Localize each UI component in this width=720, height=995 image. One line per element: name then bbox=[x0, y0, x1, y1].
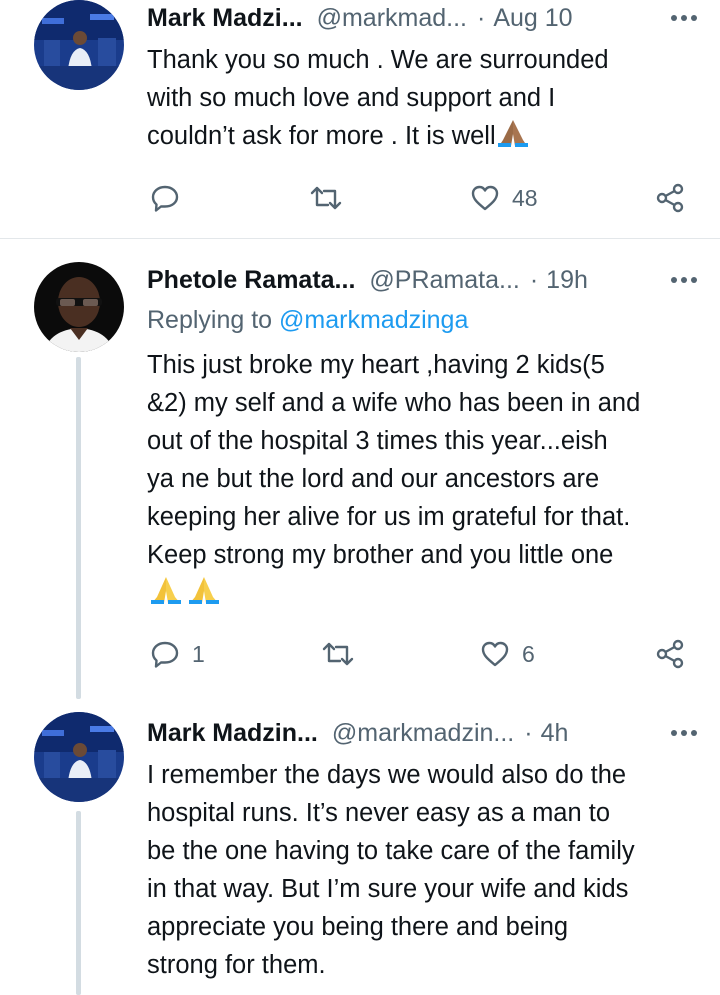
like-count: 48 bbox=[512, 184, 538, 211]
replying-to: Replying to @markmadzinga bbox=[147, 306, 468, 335]
avatar[interactable] bbox=[34, 712, 124, 802]
reply-button[interactable] bbox=[150, 178, 192, 218]
avatar-stage-image bbox=[34, 712, 124, 802]
more-icon bbox=[671, 730, 697, 736]
text-line: ya ne but the lord and our ancestors are bbox=[147, 465, 600, 493]
separator-dot: · bbox=[529, 265, 539, 294]
avatar[interactable] bbox=[34, 0, 124, 90]
text-line: keeping her alive for us im grateful for… bbox=[147, 503, 631, 531]
like-button[interactable]: 48 bbox=[470, 178, 538, 218]
text-line: strong for them. bbox=[147, 951, 326, 979]
heart-icon bbox=[481, 641, 509, 667]
text-line: appreciate you being there and being bbox=[147, 913, 569, 941]
tweet-1[interactable]: Mark Madzi... @markmad... · Aug 10 Thank… bbox=[0, 0, 720, 238]
more-button[interactable] bbox=[670, 0, 698, 36]
reply-count: 1 bbox=[192, 640, 205, 667]
heart-icon bbox=[471, 185, 499, 211]
tweet-header: Mark Madzi... @markmad... · Aug 10 bbox=[147, 0, 698, 36]
like-button[interactable]: 6 bbox=[480, 634, 535, 674]
avatar-portrait-image bbox=[34, 262, 124, 352]
text-line: couldn’t ask for more . It is well bbox=[147, 117, 707, 155]
text-line: This just broke my heart ,having 2 kids(… bbox=[147, 351, 605, 379]
text-line: be the one having to take care of the fa… bbox=[147, 837, 635, 865]
share-icon bbox=[656, 183, 684, 213]
thread-line bbox=[76, 811, 81, 995]
more-button[interactable] bbox=[670, 715, 698, 751]
retweet-icon bbox=[322, 642, 354, 666]
reply-icon bbox=[151, 185, 179, 212]
user-handle[interactable]: @PRamata... bbox=[369, 266, 519, 295]
more-icon bbox=[671, 277, 697, 283]
share-icon bbox=[656, 639, 684, 669]
display-name[interactable]: Mark Madzin... bbox=[147, 719, 318, 748]
text-line: I remember the days we would also do the bbox=[147, 761, 627, 789]
more-button[interactable] bbox=[670, 262, 698, 298]
folded-hands-emoji bbox=[497, 120, 528, 147]
avatar[interactable] bbox=[34, 262, 124, 352]
separator-dot: · bbox=[477, 3, 486, 32]
share-button[interactable] bbox=[654, 634, 686, 674]
tweet-header: Phetole Ramata... @PRamata... · 19h bbox=[147, 262, 698, 298]
text-line: in that way. But I’m sure your wife and … bbox=[147, 875, 629, 903]
display-name[interactable]: Mark Madzi... bbox=[147, 4, 303, 33]
text-line: hospital runs. It’s never easy as a man … bbox=[147, 799, 611, 827]
more-icon bbox=[671, 15, 697, 21]
tweet-3[interactable]: Mark Madzin... @markmadzin... · 4h I rem… bbox=[0, 699, 720, 995]
separator-dot: · bbox=[524, 718, 533, 747]
text-line: Keep strong my brother and you little on… bbox=[147, 541, 614, 569]
tweet-header: Mark Madzin... @markmadzin... · 4h bbox=[147, 715, 698, 751]
user-handle[interactable]: @markmadzin... bbox=[332, 719, 514, 748]
folded-hands-emoji-pair bbox=[151, 577, 219, 604]
tweet-actions: 48 bbox=[0, 178, 720, 218]
tweet-2[interactable]: Phetole Ramata... @PRamata... · 19h Repl… bbox=[0, 239, 720, 699]
display-name[interactable]: Phetole Ramata... bbox=[147, 266, 355, 295]
like-count: 6 bbox=[522, 640, 535, 667]
text-line: with so much love and support and I bbox=[147, 84, 556, 112]
timestamp[interactable]: 19h bbox=[546, 266, 588, 295]
reply-button[interactable]: 1 bbox=[150, 634, 205, 674]
text-line: out of the hospital 3 times this year...… bbox=[147, 427, 608, 455]
timestamp[interactable]: 4h bbox=[541, 719, 569, 748]
user-handle[interactable]: @markmad... bbox=[317, 4, 467, 33]
text-line-content: couldn’t ask for more . It is well bbox=[147, 122, 496, 150]
reply-icon bbox=[151, 641, 179, 668]
retweet-button[interactable] bbox=[322, 634, 366, 674]
text-line: &2) my self and a wife who has been in a… bbox=[147, 389, 641, 417]
retweet-icon bbox=[310, 186, 342, 210]
tweet-text: This just broke my heart ,having 2 kids(… bbox=[147, 346, 707, 612]
tweet-text: I remember the days we would also do the… bbox=[147, 756, 707, 984]
replying-to-label: Replying to bbox=[147, 306, 273, 334]
share-button[interactable] bbox=[654, 178, 686, 218]
text-line: Thank you so much . We are surrounded bbox=[147, 46, 609, 74]
tweet-text: Thank you so much . We are surrounded wi… bbox=[147, 41, 707, 155]
timestamp[interactable]: Aug 10 bbox=[493, 4, 572, 33]
replying-to-mention[interactable]: @markmadzinga bbox=[279, 306, 468, 334]
avatar-stage-image bbox=[34, 0, 124, 90]
tweet-actions: 1 6 bbox=[0, 634, 720, 674]
emoji-line bbox=[147, 574, 707, 612]
retweet-button[interactable] bbox=[310, 178, 354, 218]
